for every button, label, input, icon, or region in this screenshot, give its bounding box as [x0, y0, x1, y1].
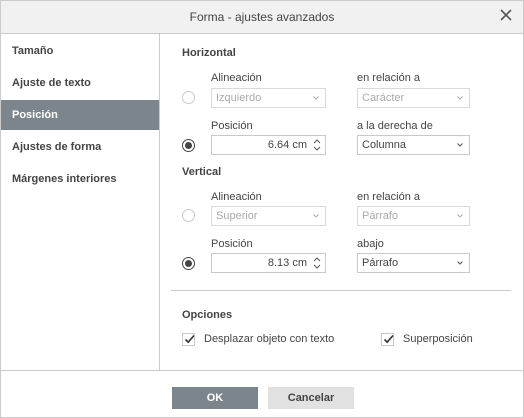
move-with-text-checkbox[interactable] — [182, 333, 195, 346]
h-position-label: Posición — [211, 120, 253, 132]
dialog-footer: OK Cancelar — [1, 370, 523, 417]
h-position-spinner[interactable]: 6.64 cm — [211, 135, 326, 155]
v-alignment-radio[interactable] — [182, 209, 195, 222]
sidebar-item-text-wrap[interactable]: Ajuste de texto — [1, 68, 159, 98]
h-alignment-relative-value: Carácter — [362, 92, 405, 104]
v-alignment-relative-label: en relación a — [357, 191, 420, 203]
chevron-down-icon — [457, 213, 463, 219]
v-position-relative-select[interactable]: Párrafo — [357, 253, 470, 273]
v-position-value: 8.13 cm — [267, 257, 307, 269]
h-alignment-radio[interactable] — [182, 91, 195, 104]
h-alignment-relative-label: en relación a — [357, 72, 420, 84]
chevron-down-icon — [313, 95, 319, 101]
move-with-text-label: Desplazar objeto con texto — [204, 333, 335, 345]
options-heading: Opciones — [182, 309, 233, 321]
chevron-down-icon — [457, 142, 463, 148]
sidebar: Tamaño Ajuste de texto Posición Ajustes … — [1, 34, 160, 370]
close-icon[interactable] — [498, 7, 514, 23]
vertical-heading: Vertical — [182, 166, 222, 178]
v-position-relative-value: Párrafo — [362, 257, 399, 269]
h-position-relative-label: a la derecha de — [357, 120, 433, 132]
horizontal-heading: Horizontal — [182, 47, 236, 59]
ok-button[interactable]: OK — [172, 387, 258, 409]
overlap-label: Superposición — [403, 333, 473, 345]
cancel-button[interactable]: Cancelar — [268, 387, 354, 409]
h-alignment-select[interactable]: Izquierdo — [211, 88, 326, 108]
sidebar-item-shape-settings[interactable]: Ajustes de forma — [1, 132, 159, 162]
v-position-relative-label: abajo — [357, 238, 384, 250]
spinner-arrows-icon[interactable] — [312, 256, 322, 270]
v-alignment-value: Superior — [216, 210, 258, 222]
advanced-settings-dialog: Forma - ajustes avanzados Tamaño Ajuste … — [0, 0, 524, 418]
chevron-down-icon — [457, 260, 463, 266]
v-position-spinner[interactable]: 8.13 cm — [211, 253, 326, 273]
h-position-relative-select[interactable]: Columna — [357, 135, 470, 155]
dialog-title: Forma - ajustes avanzados — [189, 10, 335, 24]
h-position-relative-value: Columna — [362, 139, 407, 151]
chevron-down-icon — [313, 213, 319, 219]
v-alignment-relative-value: Párrafo — [362, 210, 399, 222]
spinner-arrows-icon[interactable] — [312, 138, 322, 152]
h-position-radio[interactable] — [182, 139, 195, 152]
v-alignment-select[interactable]: Superior — [211, 206, 326, 226]
position-panel: Horizontal Alineación en relación a Izqu… — [161, 34, 523, 370]
h-alignment-value: Izquierdo — [216, 92, 262, 104]
sidebar-item-inner-margins[interactable]: Márgenes interiores — [1, 164, 159, 194]
sidebar-item-size[interactable]: Tamaño — [1, 36, 159, 66]
v-alignment-label: Alineación — [211, 191, 262, 203]
dialog-titlebar: Forma - ajustes avanzados — [1, 1, 523, 34]
h-alignment-relative-select[interactable]: Carácter — [357, 88, 470, 108]
section-divider — [171, 290, 511, 291]
h-alignment-label: Alineación — [211, 72, 262, 84]
v-position-label: Posición — [211, 238, 253, 250]
h-position-value: 6.64 cm — [267, 139, 307, 151]
sidebar-item-position[interactable]: Posición — [1, 100, 159, 130]
chevron-down-icon — [457, 95, 463, 101]
v-alignment-relative-select[interactable]: Párrafo — [357, 206, 470, 226]
v-position-radio[interactable] — [182, 257, 195, 270]
overlap-checkbox[interactable] — [381, 333, 394, 346]
